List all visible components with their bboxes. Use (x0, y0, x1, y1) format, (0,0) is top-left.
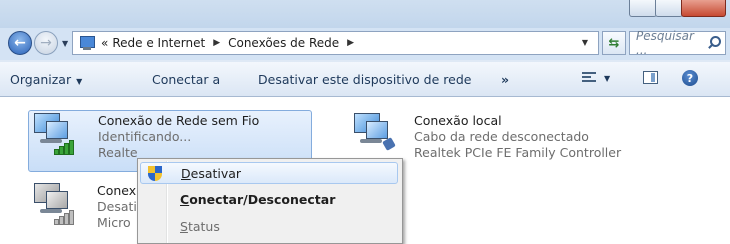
breadcrumb-separator-icon[interactable]: ▶ (213, 38, 220, 48)
back-button[interactable]: ← (8, 31, 32, 55)
disable-device-button[interactable]: Desativar este dispositivo de rede (258, 72, 471, 87)
recent-pages-dropdown-icon[interactable]: ▼ (62, 39, 68, 48)
connection-name: Conex (97, 183, 137, 198)
forward-button[interactable]: → (34, 31, 58, 55)
back-arrow-icon: ← (14, 35, 26, 51)
close-button[interactable] (681, 0, 726, 17)
breadcrumb-overflow[interactable]: « (101, 36, 108, 50)
breadcrumb-rede-e-internet[interactable]: Rede e Internet (112, 36, 205, 50)
preview-pane-icon[interactable] (643, 71, 658, 84)
menu-item-connect-disconnect[interactable]: Conectar/Desconectar (140, 189, 398, 211)
more-commands-button[interactable]: » (501, 72, 509, 87)
connection-name: Conexão de Rede sem Fio (98, 113, 260, 128)
search-box[interactable]: Pesquisar ... (629, 29, 726, 57)
refresh-icon: ⇆ (608, 35, 620, 51)
menu-item-status[interactable]: Status (140, 216, 398, 238)
change-view-icon[interactable] (582, 72, 596, 84)
connection-status: Desati (97, 199, 137, 214)
address-dropdown-icon[interactable]: ▼ (582, 38, 588, 47)
command-bar: Organizar ▼ Conectar a Desativar este dis… (0, 62, 730, 97)
control-panel-icon (78, 35, 96, 51)
wireless-network-icon (30, 111, 76, 157)
connection-status: Identificando... (98, 129, 192, 144)
organize-menu-button[interactable]: Organizar ▼ (10, 72, 82, 87)
connection-text-local: Conexão local Cabo da rede desconectado … (414, 113, 621, 161)
minimize-button[interactable] (629, 0, 657, 17)
connect-to-button[interactable]: Conectar a (152, 72, 220, 87)
connection-text-disabled: Conex Desati Micro (97, 183, 137, 231)
shield-icon (148, 166, 162, 181)
navigation-bar: ← → ▼ « Rede e Internet ▶ Conexões de Re… (0, 28, 730, 60)
help-icon[interactable]: ? (682, 70, 698, 86)
connection-text-wireless: Conexão de Rede sem Fio Identificando...… (98, 113, 259, 161)
menu-item-disable[interactable]: Desativar (140, 162, 398, 184)
chevron-down-icon: ▼ (76, 77, 83, 86)
search-input[interactable]: Pesquisar ... (636, 29, 705, 57)
refresh-button[interactable]: ⇆ (602, 31, 626, 55)
maximize-button[interactable] (655, 0, 683, 17)
context-menu: Desativar Conectar/Desconectar Status (137, 158, 403, 244)
connection-adapter: Micro (97, 215, 131, 230)
search-icon[interactable] (705, 35, 721, 51)
forward-arrow-icon: → (40, 35, 52, 51)
title-bar (0, 0, 730, 28)
connection-adapter: Realtek PCIe FE Family Controller (414, 145, 622, 160)
breadcrumb-conexoes-de-rede[interactable]: Conexões de Rede (228, 36, 339, 50)
connection-status: Cabo da rede desconectado (414, 129, 589, 144)
view-options-dropdown-icon[interactable]: ▼ (604, 74, 610, 83)
connection-name: Conexão local (414, 113, 502, 128)
breadcrumb-separator-icon[interactable]: ▶ (347, 38, 354, 48)
address-bar[interactable]: « Rede e Internet ▶ Conexões de Rede ▶ ▼ (72, 31, 599, 55)
